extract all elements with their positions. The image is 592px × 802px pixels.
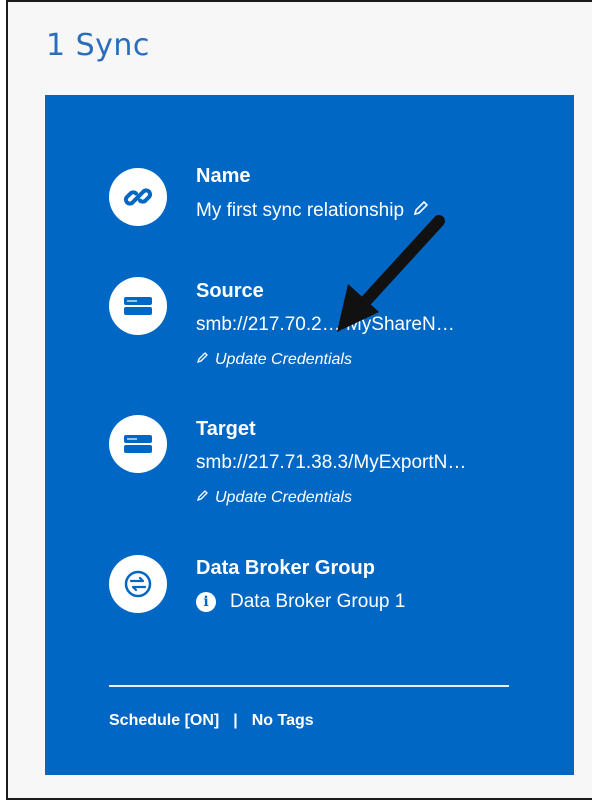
schedule-status[interactable]: Schedule [ON] xyxy=(109,712,219,730)
target-value: smb://217.71.38.3/MyExportN… xyxy=(196,452,467,473)
source-label: Source xyxy=(196,280,264,302)
footer-separator: | xyxy=(233,712,238,729)
broker-value-row: i Data Broker Group 1 xyxy=(196,591,405,613)
pencil-icon xyxy=(196,350,210,369)
storage-icon xyxy=(109,277,167,335)
name-value-row: My first sync relationship xyxy=(196,199,430,223)
broker-label: Data Broker Group xyxy=(196,557,375,579)
info-icon[interactable]: i xyxy=(196,592,216,612)
target-update-credentials-link[interactable]: Update Credentials xyxy=(196,488,352,507)
source-update-credentials-label: Update Credentials xyxy=(215,350,352,368)
sync-relationship-card: Name My first sync relationship Source s… xyxy=(45,95,574,775)
storage-icon xyxy=(109,415,167,473)
card-footer: Schedule [ON] | No Tags xyxy=(109,712,314,730)
target-update-credentials-label: Update Credentials xyxy=(215,488,352,506)
source-update-credentials-link[interactable]: Update Credentials xyxy=(196,350,352,369)
divider xyxy=(109,685,509,687)
page-title: 1 Sync xyxy=(46,28,150,63)
broker-value: Data Broker Group 1 xyxy=(230,591,406,612)
name-value: My first sync relationship xyxy=(196,200,405,221)
tags-status[interactable]: No Tags xyxy=(252,712,314,730)
sync-arrows-icon xyxy=(109,555,167,613)
pencil-icon[interactable] xyxy=(412,199,430,223)
sync-panel: 1 Sync Name My first sync relationship S… xyxy=(6,0,592,800)
name-label: Name xyxy=(196,165,251,187)
target-label: Target xyxy=(196,418,256,440)
link-icon xyxy=(109,168,167,226)
pencil-icon xyxy=(196,488,210,507)
source-value: smb://217.70.2…/MyShareN… xyxy=(196,314,455,335)
